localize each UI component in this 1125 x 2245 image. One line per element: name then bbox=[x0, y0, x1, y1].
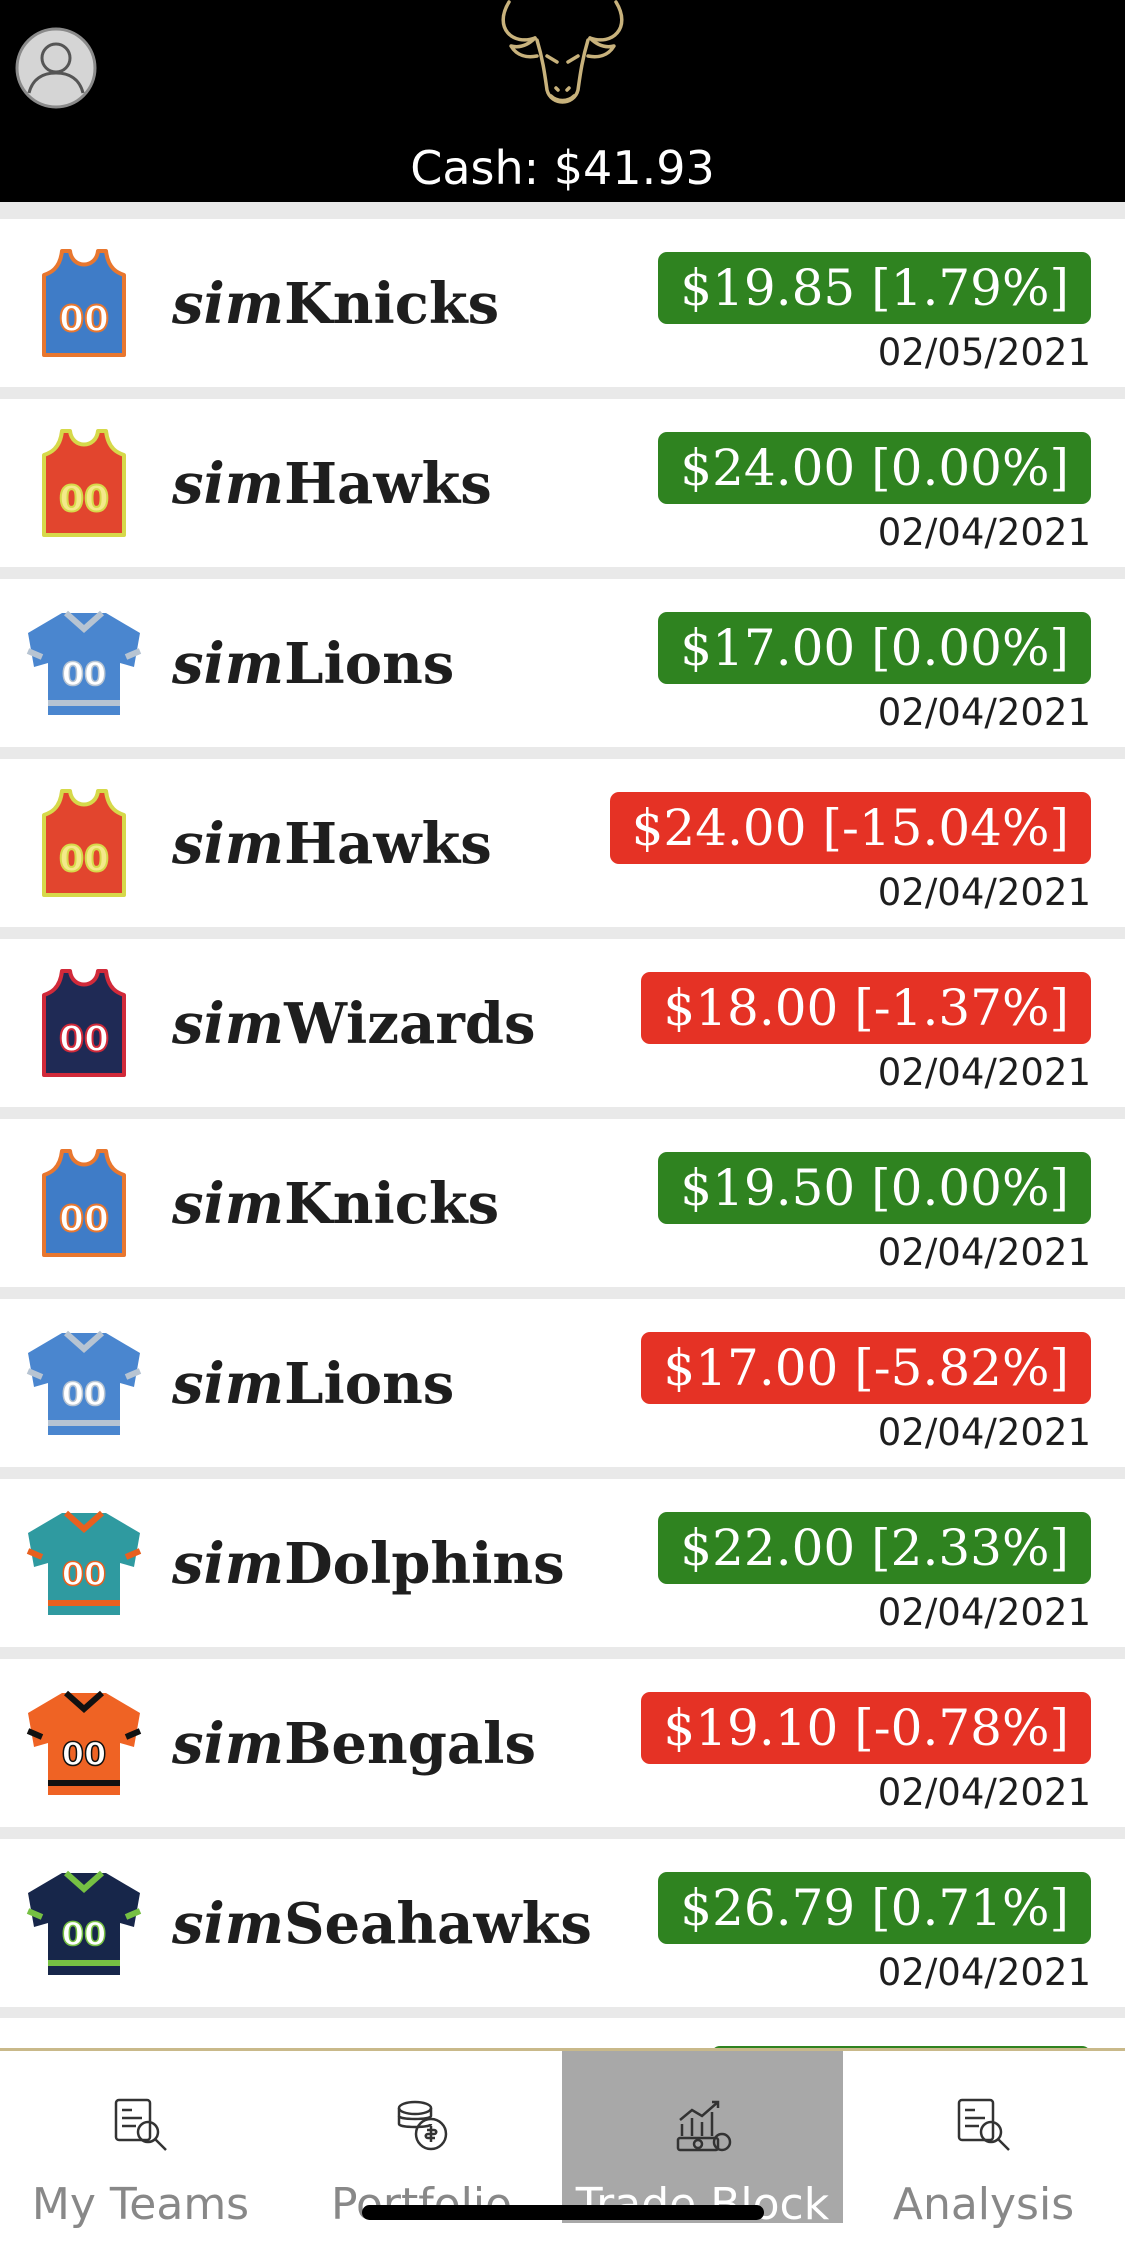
team-name: simWizards bbox=[172, 991, 536, 1057]
trade-date: 02/05/2021 bbox=[877, 331, 1091, 374]
tab-portfolio[interactable]: Portfolio bbox=[281, 2051, 562, 2230]
team-label: Dolphins bbox=[284, 1531, 565, 1597]
price-badge: $17.00 [-5.82%] bbox=[641, 1332, 1091, 1404]
basketball-jersey-icon: 00 bbox=[42, 429, 126, 537]
trade-date: 02/04/2021 bbox=[877, 1591, 1091, 1634]
trade-date: 02/04/2021 bbox=[877, 1951, 1091, 1994]
football-jersey-icon: 00 bbox=[26, 1690, 142, 1795]
basketball-jersey-icon: 00 bbox=[42, 249, 126, 357]
team-label: Knicks bbox=[284, 1171, 500, 1237]
price-badge: $19.50 [0.00%] bbox=[658, 1152, 1091, 1224]
trade-row[interactable]: 00 simLions $17.00 [0.00%] 02/04/2021 bbox=[0, 579, 1125, 747]
team-label: Wizards bbox=[284, 991, 536, 1057]
team-prefix: sim bbox=[172, 1711, 285, 1777]
price-badge: $24.00 [-15.04%] bbox=[609, 792, 1091, 864]
trade-date: 02/04/2021 bbox=[877, 871, 1091, 914]
trade-row[interactable]: 00 simDolphins $22.00 [2.33%] 02/04/2021 bbox=[0, 1479, 1125, 1647]
trade-date: 02/04/2021 bbox=[877, 691, 1091, 734]
team-search-icon bbox=[114, 2098, 167, 2151]
trade-chart-icon bbox=[676, 2100, 732, 2152]
svg-text:00: 00 bbox=[62, 1375, 107, 1413]
tab-trade-block[interactable]: Trade Block bbox=[562, 2051, 843, 2230]
price-badge: $19.85 [1.79%] bbox=[658, 252, 1091, 324]
trade-row[interactable]: 00 simWizards $18.00 [-1.37%] 02/04/2021 bbox=[0, 939, 1125, 1107]
price-badge: $24.00 [0.00%] bbox=[658, 432, 1091, 504]
football-jersey-icon: 00 bbox=[26, 1510, 142, 1615]
team-name: simHawks bbox=[172, 451, 492, 517]
football-jersey-icon: 00 bbox=[26, 1870, 142, 1975]
team-name: simLions bbox=[172, 1351, 454, 1417]
team-name: simLions bbox=[172, 631, 454, 697]
price-badge: $22.00 [2.33%] bbox=[658, 1512, 1091, 1584]
cash-balance: Cash: $41.93 bbox=[410, 141, 715, 195]
trade-row[interactable]: 00 simKnicks $19.85 [1.79%] 02/05/2021 bbox=[0, 219, 1125, 387]
team-prefix: sim bbox=[172, 1171, 285, 1237]
svg-text:00: 00 bbox=[59, 479, 109, 520]
team-name: simDolphins bbox=[172, 1531, 565, 1597]
team-prefix: sim bbox=[172, 451, 285, 517]
svg-text:00: 00 bbox=[59, 299, 109, 340]
tab-label: My Teams bbox=[31, 2179, 250, 2230]
user-avatar-icon[interactable] bbox=[15, 27, 97, 109]
team-label: Seahawks bbox=[284, 1891, 592, 1957]
team-prefix: sim bbox=[172, 991, 285, 1057]
team-prefix: sim bbox=[172, 811, 285, 877]
team-prefix: sim bbox=[172, 1891, 285, 1957]
bull-head-icon bbox=[501, 0, 624, 104]
svg-text:00: 00 bbox=[62, 655, 107, 693]
tab-my-teams[interactable]: My Teams bbox=[0, 2051, 281, 2230]
price-badge: $26.79 [0.71%] bbox=[658, 1872, 1091, 1944]
basketball-jersey-icon: 00 bbox=[42, 969, 126, 1077]
team-name: simBengals bbox=[172, 1711, 536, 1777]
team-prefix: sim bbox=[172, 271, 285, 337]
trade-row[interactable]: 00 simHawks $24.00 [-15.04%] 02/04/2021 bbox=[0, 759, 1125, 927]
team-name: simKnicks bbox=[172, 271, 499, 337]
trade-date: 02/04/2021 bbox=[877, 1051, 1091, 1094]
team-label: Lions bbox=[284, 1351, 455, 1417]
basketball-jersey-icon: 00 bbox=[42, 1149, 126, 1257]
trade-row-partial bbox=[0, 2018, 1125, 2056]
portfolio-coins-icon bbox=[397, 2100, 448, 2151]
price-badge: $19.10 [-0.78%] bbox=[641, 1692, 1091, 1764]
svg-text:00: 00 bbox=[62, 1915, 107, 1953]
svg-text:00: 00 bbox=[59, 1199, 109, 1240]
app-header: Cash: $41.93 bbox=[0, 0, 1125, 202]
svg-text:00: 00 bbox=[59, 1019, 109, 1060]
team-name: simKnicks bbox=[172, 1171, 499, 1237]
team-name: simHawks bbox=[172, 811, 492, 877]
analysis-search-icon bbox=[957, 2098, 1010, 2151]
home-indicator[interactable] bbox=[362, 2205, 764, 2220]
football-jersey-icon: 00 bbox=[26, 610, 142, 715]
team-label: Bengals bbox=[284, 1711, 536, 1777]
trade-date: 02/04/2021 bbox=[877, 1411, 1091, 1454]
svg-text:00: 00 bbox=[62, 1555, 107, 1593]
trade-date: 02/04/2021 bbox=[877, 1771, 1091, 1814]
team-label: Knicks bbox=[284, 271, 500, 337]
trade-row[interactable]: 00 simKnicks $19.50 [0.00%] 02/04/2021 bbox=[0, 1119, 1125, 1287]
svg-text:00: 00 bbox=[59, 839, 109, 880]
team-label: Hawks bbox=[284, 811, 492, 877]
tab-analysis[interactable]: Analysis bbox=[843, 2051, 1124, 2230]
football-jersey-icon: 00 bbox=[26, 1330, 142, 1435]
price-badge: $18.00 [-1.37%] bbox=[641, 972, 1091, 1044]
svg-text:00: 00 bbox=[62, 1735, 107, 1773]
team-prefix: sim bbox=[172, 631, 285, 697]
basketball-jersey-icon: 00 bbox=[42, 789, 126, 897]
trade-date: 02/04/2021 bbox=[877, 1231, 1091, 1274]
trade-row[interactable]: 00 simHawks $24.00 [0.00%] 02/04/2021 bbox=[0, 399, 1125, 567]
trade-date: 02/04/2021 bbox=[877, 511, 1091, 554]
team-label: Hawks bbox=[284, 451, 492, 517]
trade-row[interactable]: 00 simBengals $19.10 [-0.78%] 02/04/2021 bbox=[0, 1659, 1125, 1827]
trade-row[interactable]: 00 simSeahawks $26.79 [0.71%] 02/04/2021 bbox=[0, 1839, 1125, 2007]
team-prefix: sim bbox=[172, 1351, 285, 1417]
team-label: Lions bbox=[284, 631, 455, 697]
price-badge: $17.00 [0.00%] bbox=[658, 612, 1091, 684]
tab-label: Analysis bbox=[892, 2179, 1075, 2230]
trade-row[interactable]: 00 simLions $17.00 [-5.82%] 02/04/2021 bbox=[0, 1299, 1125, 1467]
team-name: simSeahawks bbox=[172, 1891, 592, 1957]
team-prefix: sim bbox=[172, 1531, 285, 1597]
